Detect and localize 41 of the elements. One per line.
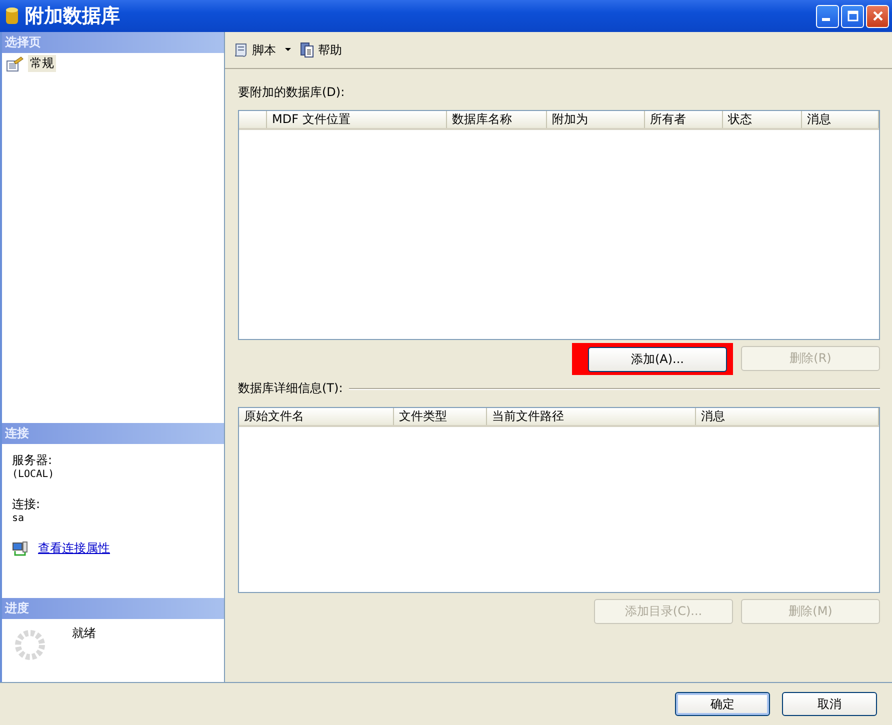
page-icon	[6, 56, 24, 72]
group-label: 数据库详细信息(T):	[238, 380, 343, 397]
column-header[interactable]: 当前文件路径	[487, 408, 696, 425]
status-text: 就绪	[72, 625, 96, 642]
add-button[interactable]: 添加(A)...	[588, 347, 727, 372]
connection-properties-link[interactable]: 查看连接属性	[38, 540, 110, 557]
help-icon	[299, 42, 315, 58]
field-label: 服务器:	[12, 452, 54, 469]
help-button[interactable]: 帮助	[297, 40, 344, 60]
ok-button[interactable]: 确定	[675, 692, 770, 716]
section-header: 连接	[2, 423, 224, 444]
minimize-icon	[822, 18, 830, 21]
script-button[interactable]: 脚本	[231, 40, 293, 60]
section-header: 进度	[2, 598, 224, 619]
window-title: 附加数据库	[25, 4, 121, 29]
cancel-button[interactable]: 取消	[782, 692, 877, 716]
column-header[interactable]: 所有者	[645, 111, 723, 128]
grid-label: 要附加的数据库(D):	[238, 84, 346, 101]
column-header[interactable]: 消息	[802, 111, 879, 128]
column-header[interactable]: 附加为	[547, 111, 645, 128]
column-header[interactable]: MDF 文件位置	[267, 111, 447, 128]
section-header: 选择页	[2, 32, 224, 53]
column-header[interactable]: 文件类型	[394, 408, 487, 425]
column-header[interactable]: 原始文件名	[239, 408, 394, 425]
column-header[interactable]: 数据库名称	[447, 111, 547, 128]
minimize-button[interactable]	[816, 4, 839, 28]
column-header[interactable]: 状态	[723, 111, 802, 128]
close-button[interactable]	[866, 4, 889, 28]
caret-icon	[285, 48, 291, 52]
field-value: sa	[12, 513, 26, 524]
progress-spinner-icon	[14, 629, 46, 661]
maximize-icon	[846, 10, 858, 22]
maximize-button[interactable]	[841, 4, 864, 28]
page-item[interactable]: 常规	[28, 55, 56, 72]
scroll-icon	[233, 42, 249, 58]
column-header[interactable]: 消息	[696, 408, 879, 425]
field-label: 连接:	[12, 496, 42, 513]
computer-icon	[12, 540, 28, 556]
field-value: (LOCAL)	[12, 469, 56, 480]
database-icon	[5, 6, 19, 26]
close-icon	[872, 10, 884, 22]
